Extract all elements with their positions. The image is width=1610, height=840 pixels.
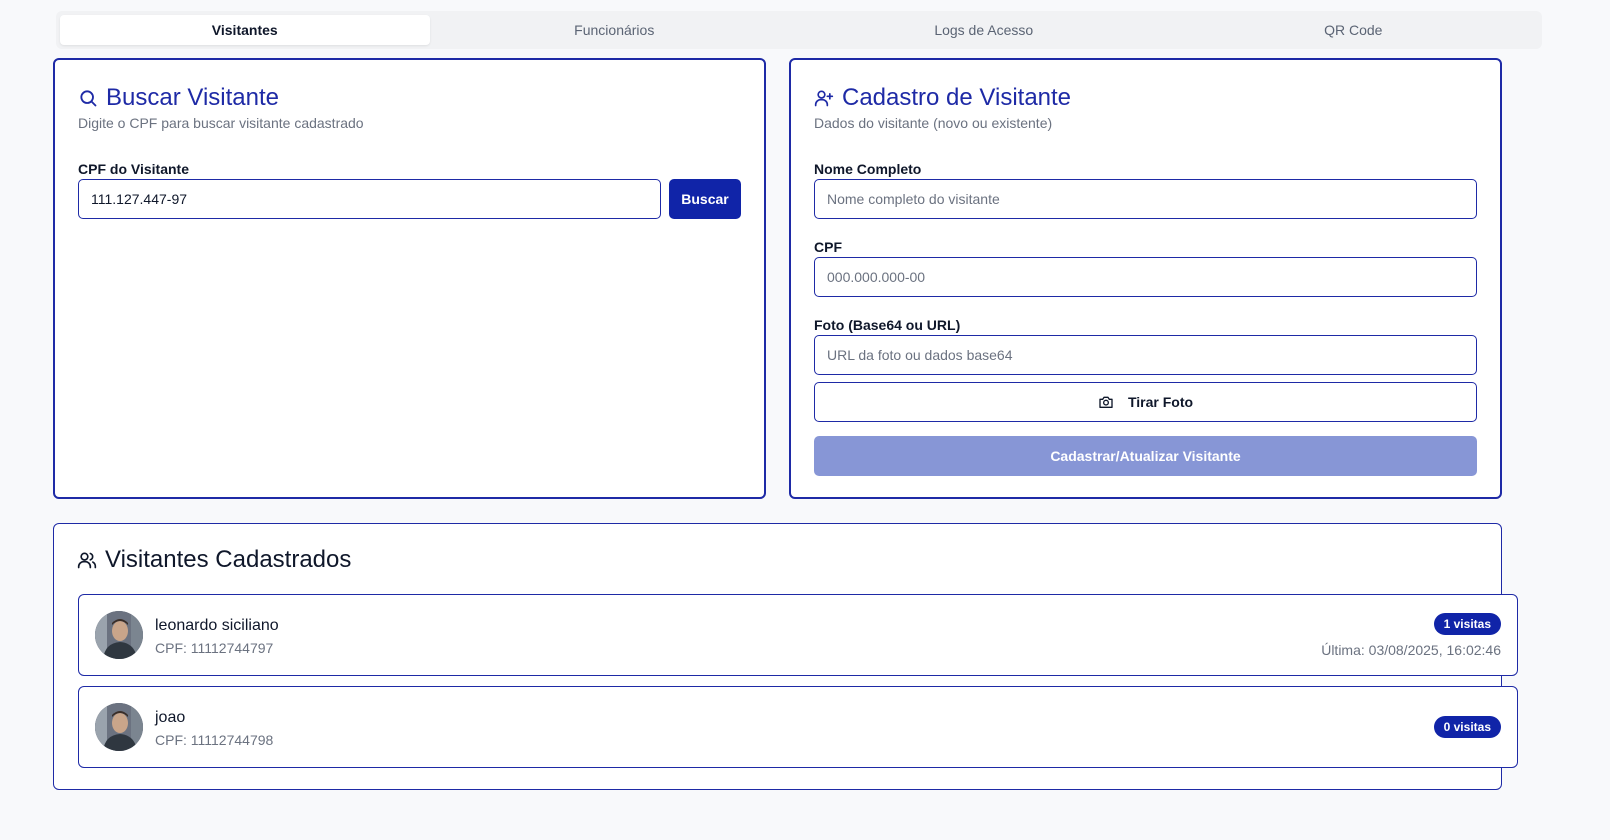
tab-funcionarios[interactable]: Funcionários	[430, 15, 800, 45]
users-icon	[77, 550, 97, 570]
tab-visitantes[interactable]: Visitantes	[60, 15, 430, 45]
search-title-text: Buscar Visitante	[106, 84, 279, 111]
avatar	[95, 611, 143, 659]
visitor-name: joao	[155, 709, 186, 726]
take-photo-button[interactable]: Tirar Foto	[814, 382, 1477, 422]
avatar	[95, 703, 143, 751]
user-plus-icon	[814, 88, 834, 108]
visitors-list-title-text: Visitantes Cadastrados	[105, 546, 352, 573]
search-icon	[78, 88, 98, 108]
name-label: Nome Completo	[814, 161, 922, 177]
search-card-title: Buscar Visitante	[78, 84, 279, 112]
cpf-label: CPF	[814, 239, 842, 255]
visits-badge: 0 visitas	[1433, 716, 1501, 738]
register-subtitle: Dados do visitante (novo ou existente)	[814, 115, 1053, 131]
visitor-cpf: CPF: 11112744798	[155, 732, 274, 748]
main-tabs: Visitantes Funcionários Logs de Acesso Q…	[56, 11, 1542, 49]
camera-icon	[1098, 394, 1114, 410]
visitors-list-card: Visitantes Cadastrados leonardo sicilian…	[53, 523, 1518, 790]
search-visitor-card: Buscar Visitante Digite o CPF para busca…	[53, 58, 766, 499]
visitor-row[interactable]: leonardo siciliano CPF: 11112744797 1 vi…	[78, 594, 1518, 676]
search-subtitle: Digite o CPF para buscar visitante cadas…	[78, 115, 364, 131]
cpf-search-label: CPF do Visitante	[78, 161, 189, 177]
cpf-search-input[interactable]	[78, 179, 661, 219]
visitor-cpf: CPF: 11112744797	[155, 640, 274, 656]
register-visitor-card: Cadastro de Visitante Dados do visitante…	[789, 58, 1502, 499]
visitor-row[interactable]: joao CPF: 11112744798 0 visitas	[78, 686, 1518, 768]
last-visit: Última: 03/08/2025, 16:02:46	[1321, 642, 1501, 658]
photo-label: Foto (Base64 ou URL)	[814, 317, 961, 333]
visitors-list-title: Visitantes Cadastrados	[77, 546, 351, 574]
cpf-input[interactable]	[814, 257, 1477, 297]
register-title-text: Cadastro de Visitante	[842, 84, 1072, 111]
visits-badge: 1 visitas	[1433, 613, 1501, 635]
tab-qr-code[interactable]: QR Code	[1169, 15, 1539, 45]
name-input[interactable]	[814, 179, 1477, 219]
visitor-name: leonardo siciliano	[155, 617, 279, 634]
take-photo-label: Tirar Foto	[1127, 394, 1194, 410]
register-card-title: Cadastro de Visitante	[814, 84, 1071, 112]
photo-input[interactable]	[814, 335, 1477, 375]
tab-logs-de-acesso[interactable]: Logs de Acesso	[799, 15, 1169, 45]
search-button[interactable]: Buscar	[669, 179, 741, 219]
submit-visitor-button[interactable]: Cadastrar/Atualizar Visitante	[814, 436, 1477, 476]
